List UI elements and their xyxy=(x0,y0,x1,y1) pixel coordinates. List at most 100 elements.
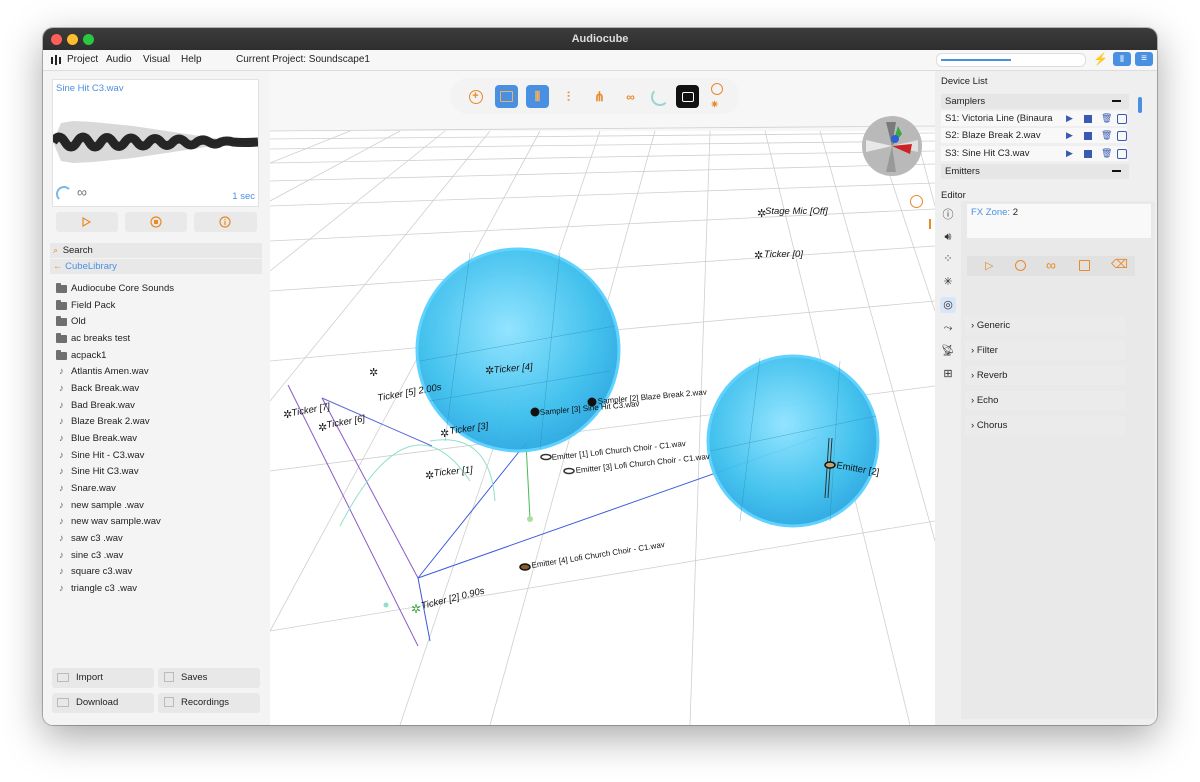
menu-audio[interactable]: Audio xyxy=(106,54,132,65)
ticker-marker[interactable]: ✲ xyxy=(754,250,763,262)
antenna-icon[interactable]: 📡︎ xyxy=(940,343,956,359)
ticker-marker[interactable]: ✲ xyxy=(411,602,421,616)
play-icon[interactable]: ▷ xyxy=(985,259,993,272)
add-object-button[interactable]: + xyxy=(464,85,487,108)
recordings-button[interactable]: Recordings xyxy=(158,693,260,713)
globe-icon[interactable]: ◎ xyxy=(940,297,956,313)
camera-button[interactable] xyxy=(676,85,699,108)
gauge-button[interactable] xyxy=(648,85,671,108)
import-button[interactable]: Import xyxy=(52,668,154,688)
preview-play-button[interactable] xyxy=(56,212,118,232)
search-row[interactable]: ⌕ Search xyxy=(50,243,262,258)
navigation-gizmo[interactable] xyxy=(862,116,922,176)
file-item[interactable]: ♪ Blue Break.wav xyxy=(55,431,137,446)
scene-settings-icon[interactable]: ✷ xyxy=(710,98,719,111)
file-item[interactable]: ♪ square c3.wav xyxy=(55,564,132,579)
trash-icon[interactable]: 🗑 xyxy=(1101,128,1112,143)
loop-icon[interactable]: ∞ xyxy=(77,184,87,200)
grid-icon[interactable]: ⊞ xyxy=(940,366,956,382)
close-window-button[interactable] xyxy=(51,34,62,45)
samplers-section-header[interactable]: Samplers xyxy=(941,94,1129,109)
device-list-scrollbar[interactable] xyxy=(1138,97,1142,113)
focus-icon[interactable] xyxy=(1117,114,1127,124)
sampler-marker[interactable] xyxy=(530,407,540,417)
stop-icon[interactable] xyxy=(1084,150,1092,158)
emitter-marker[interactable] xyxy=(824,461,836,469)
file-item[interactable]: ♪ sine c3 .wav xyxy=(55,548,123,563)
focus-icon[interactable] xyxy=(1117,131,1127,141)
mixer-button[interactable]: ⫶ xyxy=(557,85,580,108)
file-item[interactable]: ♪ Back Break.wav xyxy=(55,381,139,396)
fx-section-filter[interactable]: › Filter xyxy=(965,341,1125,360)
collapse-handle-icon[interactable] xyxy=(929,219,931,229)
fx-zone-sphere[interactable] xyxy=(415,247,621,453)
network-icon[interactable]: ✳ xyxy=(940,274,956,290)
path-icon[interactable]: ⤳ xyxy=(940,320,956,336)
sampler-row[interactable]: S3: Sine Hit C3.wav ▶ 🗑 xyxy=(941,146,1127,161)
menu-help[interactable]: Help xyxy=(181,54,202,65)
scene-canvas[interactable]: ✲ ✲ ✲ ✲ ✲ ✲ ✲ ✲ ✲ Stage Mic [Off] Ticker… xyxy=(270,71,935,725)
download-button[interactable]: Download xyxy=(52,693,154,713)
sampler-row[interactable]: S1: Victoria Line (Binaura ▶ 🗑 xyxy=(941,111,1127,126)
file-item[interactable]: ♪ Sine Hit C3.wav xyxy=(55,464,138,479)
stop-scene-button[interactable] xyxy=(711,83,723,95)
saves-button[interactable]: Saves xyxy=(158,668,260,688)
emitter-marker[interactable] xyxy=(563,467,575,475)
sampler-row[interactable]: S2: Blaze Break 2.wav ▶ 🗑 xyxy=(941,128,1127,143)
file-item[interactable]: ♪ new wav sample.wav xyxy=(55,514,161,529)
trash-icon[interactable]: 🗑 xyxy=(1101,111,1112,126)
fx-zone-sphere[interactable] xyxy=(706,354,880,528)
stop-icon[interactable] xyxy=(1084,132,1092,140)
preview-info-button[interactable] xyxy=(194,212,257,232)
file-item[interactable]: ♪ Bad Break.wav xyxy=(55,398,135,413)
folder-item[interactable]: ac breaks test xyxy=(55,331,130,346)
folder-item[interactable]: Field Pack xyxy=(55,298,115,313)
info-icon[interactable]: ⓘ xyxy=(940,207,956,223)
file-item[interactable]: ♪ Snare.wav xyxy=(55,481,116,496)
emitter-marker[interactable] xyxy=(519,563,531,571)
menu-project[interactable]: Project xyxy=(67,54,98,65)
trash-icon[interactable]: 🗑 xyxy=(1101,146,1112,161)
emitters-section-header[interactable]: Emitters xyxy=(941,164,1129,179)
collapse-icon[interactable] xyxy=(1112,100,1121,102)
play-icon[interactable]: ▶ xyxy=(1066,111,1073,126)
stop-icon[interactable] xyxy=(1084,115,1092,123)
preview-stop-button[interactable] xyxy=(125,212,187,232)
record-button[interactable]: ∞ xyxy=(619,85,642,108)
file-item[interactable]: ♪ saw c3 .wav xyxy=(55,531,123,546)
file-item[interactable]: ♪ triangle c3 .wav xyxy=(55,581,137,596)
play-icon[interactable]: ▶ xyxy=(1066,146,1073,161)
folder-item[interactable]: Audiocube Core Sounds xyxy=(55,281,174,296)
loop-icon[interactable]: ∞ xyxy=(1046,257,1056,273)
performance-icon[interactable]: ⚡ xyxy=(1093,52,1108,66)
emitter-marker[interactable] xyxy=(540,453,552,461)
stop-icon[interactable] xyxy=(1015,260,1026,271)
audio-engine-button[interactable]: ⦀ xyxy=(1113,52,1131,66)
clear-icon[interactable]: ⌫ xyxy=(1111,257,1128,271)
file-item[interactable]: ♪ Sine Hit - C3.wav xyxy=(55,448,144,463)
scatter-icon[interactable]: ⁘ xyxy=(940,251,956,267)
fx-section-chorus[interactable]: › Chorus xyxy=(965,416,1125,435)
file-item[interactable]: ♪ new sample .wav xyxy=(55,498,144,513)
file-item[interactable]: ♪ Blaze Break 2.wav xyxy=(55,414,150,429)
menu-visual[interactable]: Visual xyxy=(143,54,170,65)
waveform-toggle-button[interactable]: ⦀ xyxy=(526,85,549,108)
folder-item[interactable]: acpack1 xyxy=(55,348,106,363)
ticker-marker[interactable]: ✲ xyxy=(369,367,378,379)
browser-toggle-button[interactable] xyxy=(495,85,518,108)
ticker-marker[interactable]: ✲ xyxy=(440,428,449,440)
speaker-icon[interactable]: 🔊︎ xyxy=(940,229,956,245)
focus-icon[interactable] xyxy=(1117,149,1127,159)
minimize-window-button[interactable] xyxy=(67,34,78,45)
duplicate-icon[interactable] xyxy=(1079,260,1090,271)
collapse-icon[interactable] xyxy=(1112,170,1121,172)
scene-viewport[interactable]: ✲ ✲ ✲ ✲ ✲ ✲ ✲ ✲ ✲ Stage Mic [Off] Ticker… xyxy=(270,71,935,725)
back-to-library-link[interactable]: ← CubeLibrary xyxy=(50,259,262,274)
zoom-window-button[interactable] xyxy=(83,34,94,45)
folder-item[interactable]: Old xyxy=(55,314,86,329)
play-icon[interactable]: ▶ xyxy=(1066,128,1073,143)
fx-section-reverb[interactable]: › Reverb xyxy=(965,366,1125,385)
file-item[interactable]: ♪ Atlantis Amen.wav xyxy=(55,364,149,379)
routing-button[interactable]: ⋔ xyxy=(588,85,611,108)
menu-toggle-button[interactable]: ≡ xyxy=(1135,52,1153,66)
